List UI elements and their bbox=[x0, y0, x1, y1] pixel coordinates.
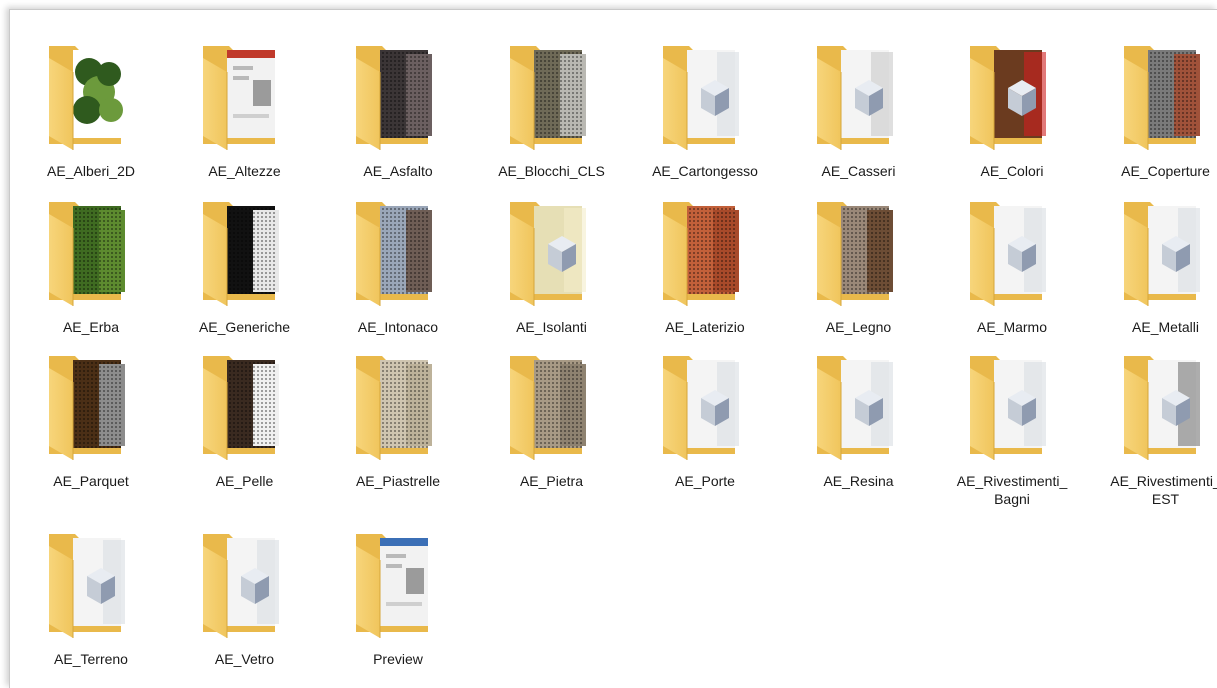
folder-label: AE_Terreno bbox=[26, 650, 156, 668]
folder-item[interactable]: AE_Piastrelle bbox=[333, 350, 463, 500]
folder-icon bbox=[43, 40, 139, 150]
folder-label: AE_Vetro bbox=[180, 650, 310, 668]
folder-label: AE_Altezze bbox=[180, 162, 310, 180]
folder-label: AE_Marmo bbox=[947, 318, 1077, 336]
folder-icon bbox=[350, 528, 446, 638]
folder-icon bbox=[811, 350, 907, 460]
folder-icon bbox=[350, 40, 446, 150]
folder-icon bbox=[811, 40, 907, 150]
explorer-window: AE_Alberi_2D AE_Altezze bbox=[9, 9, 1217, 688]
folder-item[interactable]: AE_Casseri bbox=[794, 40, 924, 190]
folder-item[interactable]: AE_Porte bbox=[640, 350, 770, 500]
folder-label: AE_Porte bbox=[640, 472, 770, 490]
folder-item[interactable]: AE_Laterizio bbox=[640, 196, 770, 346]
folder-item[interactable]: AE_Pietra bbox=[487, 350, 617, 500]
folder-icon bbox=[504, 196, 600, 306]
folder-label: AE_Cartongesso bbox=[640, 162, 770, 180]
folder-item[interactable]: AE_Generiche bbox=[180, 196, 310, 346]
folder-item[interactable]: AE_Cartongesso bbox=[640, 40, 770, 190]
folder-item[interactable]: AE_Marmo bbox=[947, 196, 1077, 346]
folder-label: AE_Rivestimenti_ EST bbox=[1101, 472, 1217, 508]
folder-icon bbox=[657, 350, 753, 460]
folder-icon bbox=[197, 350, 293, 460]
folder-icon bbox=[657, 196, 753, 306]
folder-item[interactable]: AE_Altezze bbox=[180, 40, 310, 190]
folder-label: AE_Rivestimenti_ Bagni bbox=[947, 472, 1077, 508]
folder-label: AE_Generiche bbox=[180, 318, 310, 336]
folder-item[interactable]: AE_Isolanti bbox=[487, 196, 617, 346]
folder-item[interactable]: AE_Parquet bbox=[26, 350, 156, 500]
folder-label: AE_Parquet bbox=[26, 472, 156, 490]
folder-icon bbox=[964, 40, 1060, 150]
folder-label: AE_Laterizio bbox=[640, 318, 770, 336]
folder-icon bbox=[43, 196, 139, 306]
folder-item[interactable]: AE_Asfalto bbox=[333, 40, 463, 190]
folder-label: AE_Erba bbox=[26, 318, 156, 336]
folder-label: AE_Alberi_2D bbox=[26, 162, 156, 180]
folder-item[interactable]: AE_Coperture bbox=[1101, 40, 1217, 190]
folder-item[interactable]: AE_Blocchi_CLS bbox=[487, 40, 617, 190]
folder-icon bbox=[1118, 40, 1214, 150]
folder-label: AE_Resina bbox=[794, 472, 924, 490]
folder-item[interactable]: AE_Intonaco bbox=[333, 196, 463, 346]
folder-item[interactable]: AE_Erba bbox=[26, 196, 156, 346]
folder-item[interactable]: AE_Terreno bbox=[26, 528, 156, 678]
folder-icon bbox=[811, 196, 907, 306]
folder-icon bbox=[43, 528, 139, 638]
folder-label: AE_Metalli bbox=[1101, 318, 1217, 336]
folder-label: AE_Intonaco bbox=[333, 318, 463, 336]
folder-icon bbox=[964, 350, 1060, 460]
folder-label: AE_Pelle bbox=[180, 472, 310, 490]
folder-icon bbox=[504, 350, 600, 460]
folder-icon bbox=[350, 196, 446, 306]
folder-icon bbox=[43, 350, 139, 460]
folder-icon bbox=[1118, 350, 1214, 460]
folder-item[interactable]: Preview bbox=[333, 528, 463, 678]
folder-label: AE_Legno bbox=[794, 318, 924, 336]
folder-item[interactable]: AE_Vetro bbox=[180, 528, 310, 678]
folder-label: AE_Blocchi_CLS bbox=[487, 162, 617, 180]
folder-label: AE_Coperture bbox=[1101, 162, 1217, 180]
folder-item[interactable]: AE_Pelle bbox=[180, 350, 310, 500]
folder-item[interactable]: AE_Rivestimenti_ EST bbox=[1101, 350, 1217, 500]
folder-label: AE_Piastrelle bbox=[333, 472, 463, 490]
folder-item[interactable]: AE_Colori bbox=[947, 40, 1077, 190]
folder-item[interactable]: AE_Metalli bbox=[1101, 196, 1217, 346]
folder-label: AE_Casseri bbox=[794, 162, 924, 180]
folder-item[interactable]: AE_Resina bbox=[794, 350, 924, 500]
folder-icon bbox=[197, 196, 293, 306]
folder-icon bbox=[197, 528, 293, 638]
folder-icon bbox=[657, 40, 753, 150]
folder-icon bbox=[964, 196, 1060, 306]
folder-item[interactable]: AE_Legno bbox=[794, 196, 924, 346]
folder-item[interactable]: AE_Rivestimenti_ Bagni bbox=[947, 350, 1077, 500]
folder-item[interactable]: AE_Alberi_2D bbox=[26, 40, 156, 190]
folder-label: AE_Colori bbox=[947, 162, 1077, 180]
folder-icon bbox=[504, 40, 600, 150]
folder-icon bbox=[197, 40, 293, 150]
folder-icon bbox=[1118, 196, 1214, 306]
folder-label: AE_Pietra bbox=[487, 472, 617, 490]
folder-label: AE_Isolanti bbox=[487, 318, 617, 336]
folder-label: AE_Asfalto bbox=[333, 162, 463, 180]
folder-label: Preview bbox=[333, 650, 463, 668]
folder-icon bbox=[350, 350, 446, 460]
